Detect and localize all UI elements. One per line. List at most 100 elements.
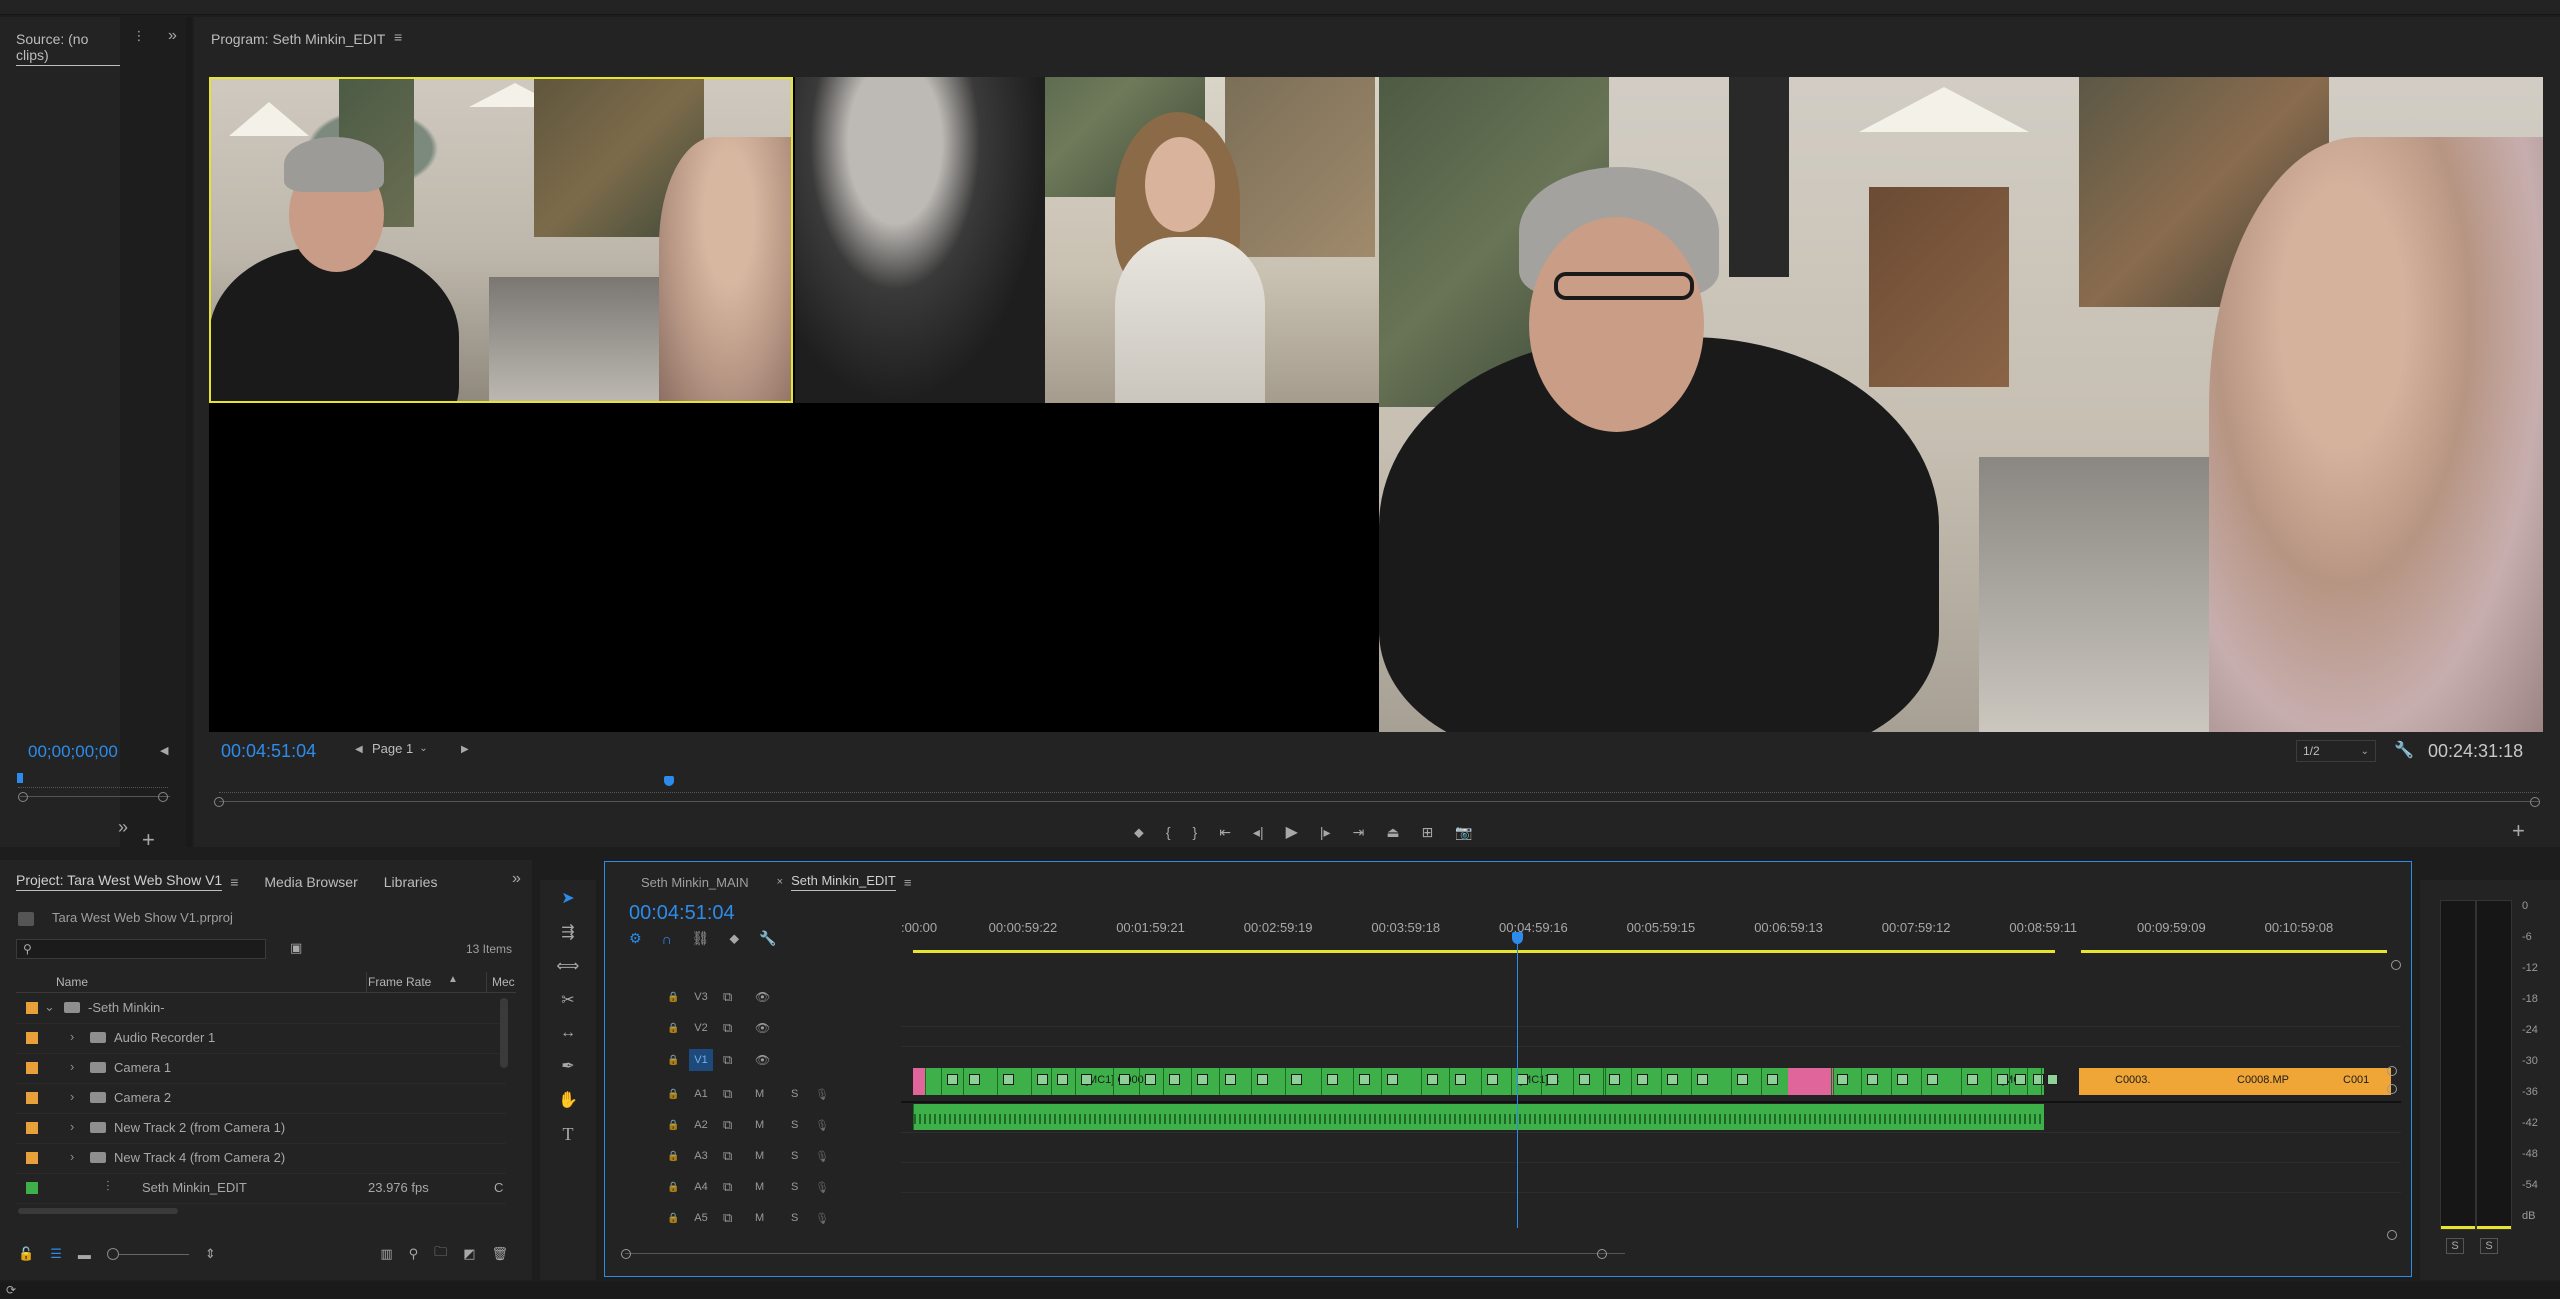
track-header-a3[interactable]: 🔒 A3 ⧉ M S 🎙 — [605, 1141, 905, 1171]
track-label[interactable]: A4 — [689, 1176, 713, 1198]
linked-selection-icon[interactable]: ⛓ — [692, 930, 710, 947]
page-next-icon[interactable]: ▶ — [461, 744, 469, 755]
track-header-v1[interactable]: 🔒 V1 ⧉ 👁 — [605, 1045, 905, 1075]
clip-edit-point[interactable] — [1961, 1068, 1962, 1095]
timeline-playhead-line[interactable] — [1517, 938, 1518, 1228]
tab-media-browser[interactable]: Media Browser — [264, 874, 357, 890]
clip-edit-point[interactable] — [1449, 1068, 1450, 1095]
track-label[interactable]: A2 — [689, 1114, 713, 1136]
column-media[interactable]: Mec — [492, 975, 515, 989]
list-item[interactable]: ⫶ Seth Minkin_EDIT 23.976 fps C — [16, 1173, 506, 1204]
clip-edit-point[interactable] — [1075, 1068, 1076, 1095]
zoom-handle-right[interactable] — [158, 792, 168, 802]
label-color-chip[interactable] — [26, 1002, 38, 1014]
program-tab[interactable]: Program: Seth Minkin_EDIT — [211, 31, 385, 47]
track-label[interactable]: V3 — [689, 986, 713, 1008]
track-header-a5[interactable]: 🔒 A5 ⧉ M S 🎙 — [605, 1203, 905, 1233]
clip-edit-point[interactable] — [1761, 1068, 1762, 1095]
clip-edit-point[interactable] — [1139, 1068, 1140, 1095]
slip-tool-icon[interactable]: ↔ — [560, 1024, 576, 1042]
clip-edit-point[interactable] — [1219, 1068, 1220, 1095]
clip-edit-point[interactable] — [1381, 1068, 1382, 1095]
track-label[interactable]: A3 — [689, 1145, 713, 1167]
snap-magnet-icon[interactable]: ∩ — [662, 931, 672, 947]
list-view-icon[interactable]: ☰ — [50, 1246, 62, 1262]
clip-edit-point[interactable] — [1573, 1068, 1574, 1095]
new-bin-icon[interactable]: 🗀 — [434, 1243, 447, 1265]
clip-edit-point[interactable] — [1353, 1068, 1354, 1095]
clip-edit-point[interactable] — [1921, 1068, 1922, 1095]
project-scrollbar[interactable] — [500, 998, 508, 1068]
add-button-icon[interactable]: + — [142, 827, 155, 853]
lock-icon[interactable]: 🔒 — [667, 1213, 679, 1224]
clip-edit-point[interactable] — [963, 1068, 964, 1095]
close-icon[interactable]: × — [777, 876, 783, 888]
microphone-icon[interactable]: 🎙 — [815, 1119, 829, 1132]
search-input[interactable] — [31, 940, 256, 958]
export-frame-camera-icon[interactable]: 📷 — [1455, 824, 1472, 841]
source-mini-ruler[interactable] — [18, 775, 168, 788]
zoom-handle-left[interactable] — [214, 797, 224, 807]
ripple-edit-tool-icon[interactable]: ⟺ — [557, 956, 580, 976]
source-tab[interactable]: Source: (no clips) — [16, 31, 120, 66]
clip-edit-point[interactable] — [1163, 1068, 1164, 1095]
solo-button-right[interactable]: S — [2480, 1238, 2498, 1254]
program-main-view[interactable] — [1379, 77, 2543, 732]
mute-button[interactable]: M — [755, 1212, 764, 1224]
clip-edit-point[interactable] — [1191, 1068, 1192, 1095]
lock-icon[interactable]: 🔒 — [667, 1023, 679, 1034]
lock-icon[interactable]: 🔒 — [667, 1089, 679, 1100]
type-tool-icon[interactable]: T — [563, 1124, 574, 1145]
resolution-select[interactable]: 1/2 ⌄ — [2296, 740, 2376, 762]
expand-arrow-icon[interactable]: › — [70, 1089, 74, 1104]
track-scroll-handle[interactable] — [2387, 1230, 2397, 1240]
timeline-menu-icon[interactable]: ≡ — [904, 875, 912, 890]
label-color-chip[interactable] — [26, 1122, 38, 1134]
clip-edit-point[interactable] — [2009, 1068, 2010, 1095]
zoom-slider[interactable] — [106, 1248, 189, 1260]
eye-icon[interactable]: 👁 — [755, 1053, 770, 1067]
microphone-icon[interactable]: 🎙 — [815, 1212, 829, 1225]
list-item[interactable]: › New Track 4 (from Camera 2) — [16, 1143, 506, 1174]
panel-overflow-icon[interactable]: » — [168, 27, 177, 45]
step-left-icon[interactable]: ◀ — [160, 744, 168, 757]
go-to-in-icon[interactable]: ⇤ — [1219, 824, 1231, 841]
sync-lock-icon[interactable]: ⧉ — [723, 1086, 732, 1102]
mute-button[interactable]: M — [755, 1088, 764, 1100]
expand-arrow-icon[interactable]: › — [70, 1119, 74, 1134]
label-color-chip[interactable] — [26, 1032, 38, 1044]
clip-edit-point[interactable] — [997, 1068, 998, 1095]
clip-edit-point[interactable] — [1251, 1068, 1252, 1095]
track-label[interactable]: A5 — [689, 1207, 713, 1229]
solo-button[interactable]: S — [791, 1088, 798, 1100]
timeline-hscroll[interactable] — [625, 1253, 1625, 1254]
clip-edit-point[interactable] — [2041, 1068, 2042, 1095]
label-color-chip[interactable] — [26, 1062, 38, 1074]
program-playhead-timecode[interactable]: 00:04:51:04 — [221, 741, 316, 762]
panel-overflow-icon[interactable]: » — [512, 870, 521, 888]
label-color-chip[interactable] — [26, 1182, 38, 1194]
track-label[interactable]: A1 — [689, 1083, 713, 1105]
expand-arrow-icon[interactable]: › — [70, 1149, 74, 1164]
pen-tool-icon[interactable]: ✒ — [561, 1056, 574, 1076]
project-hscrollbar[interactable] — [18, 1208, 178, 1214]
settings-wrench-icon[interactable]: 🔧 — [2394, 740, 2414, 760]
go-to-out-icon[interactable]: ⇥ — [1353, 824, 1365, 841]
clip-edit-point[interactable] — [1831, 1068, 1832, 1095]
clip-edit-point[interactable] — [1631, 1068, 1632, 1095]
track-label[interactable]: V2 — [689, 1017, 713, 1039]
clip-edit-point[interactable] — [1113, 1068, 1114, 1095]
microphone-icon[interactable]: 🎙 — [815, 1088, 829, 1101]
lift-icon[interactable]: ⏏ — [1386, 824, 1399, 841]
razor-tool-icon[interactable]: ✂ — [561, 990, 574, 1010]
expand-arrow-icon[interactable]: › — [70, 1029, 74, 1044]
mark-in-icon[interactable]: { — [1166, 824, 1171, 840]
clip-edit-point[interactable] — [1541, 1068, 1542, 1095]
tab-project[interactable]: Project: Tara West Web Show V1 — [16, 872, 223, 891]
lock-icon[interactable]: 🔓 — [18, 1246, 34, 1262]
lock-icon[interactable]: 🔒 — [667, 992, 679, 1003]
label-color-chip[interactable] — [26, 1152, 38, 1164]
sync-lock-icon[interactable]: ⧉ — [723, 1117, 732, 1133]
program-mini-ruler[interactable] — [219, 780, 2539, 793]
solo-button[interactable]: S — [791, 1119, 798, 1131]
